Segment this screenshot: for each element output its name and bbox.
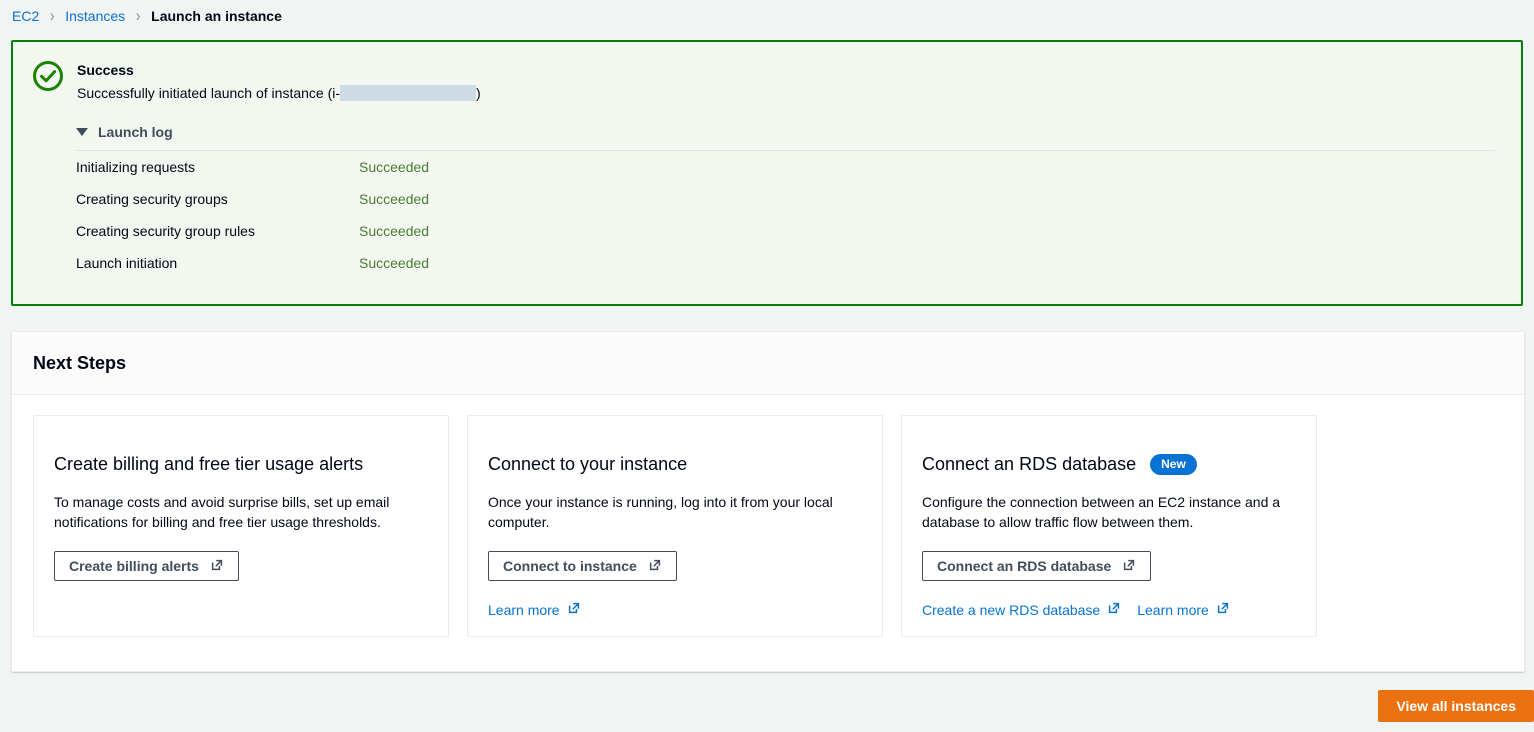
card-description: Once your instance is running, log into …: [488, 494, 833, 530]
external-link-icon: [567, 600, 581, 620]
breadcrumb-item-instances[interactable]: Instances: [65, 6, 125, 26]
launch-log-step-status: Succeeded: [359, 159, 430, 175]
launch-log-step-status: Succeeded: [359, 255, 430, 271]
page-title: Next Steps: [33, 353, 127, 373]
breadcrumb-item-current: Launch an instance: [151, 8, 282, 24]
launch-log-step-name: Launch initiation: [76, 255, 178, 271]
alert-message: Successfully initiated launch of instanc…: [77, 82, 481, 104]
connect-rds-database-button[interactable]: Connect an RDS database: [922, 551, 1152, 581]
external-link-icon: [1107, 600, 1121, 620]
next-steps-header: Next Steps: [12, 332, 1524, 395]
button-label: Create billing alerts: [69, 558, 199, 574]
launch-log-step-status: Succeeded: [359, 191, 430, 207]
card-connect-instance: Connect to your instance Once your insta…: [467, 415, 883, 637]
create-billing-alerts-button[interactable]: Create billing alerts: [54, 551, 239, 581]
card-title: Connect to your instance: [488, 454, 688, 474]
table-row: Creating security groups Succeeded: [76, 183, 1495, 215]
card-title: Create billing and free tier usage alert…: [54, 454, 364, 474]
card-description: To manage costs and avoid surprise bills…: [54, 494, 390, 530]
learn-more-link[interactable]: Learn more: [488, 600, 581, 620]
link-label: Create a new RDS database: [922, 602, 1101, 618]
alert-message-suffix: ): [476, 85, 481, 101]
external-link-icon: [1216, 600, 1230, 620]
next-steps-card-list: Create billing and free tier usage alert…: [12, 395, 1524, 637]
launch-log-step-name: Initializing requests: [76, 159, 196, 175]
card-title-row: Connect to your instance: [488, 453, 862, 475]
button-label: Connect to instance: [503, 558, 637, 574]
link-label: Learn more: [488, 602, 560, 618]
card-title: Connect an RDS database: [922, 454, 1137, 474]
external-link-icon: [648, 558, 662, 575]
card-description: Configure the connection between an EC2 …: [922, 494, 1281, 530]
view-all-instances-button[interactable]: View all instances: [1378, 690, 1534, 722]
alert-header: Success Successfully initiated launch of…: [31, 58, 1503, 104]
card-title-row: Create billing and free tier usage alert…: [54, 453, 428, 475]
launch-log-step-name: Creating security group rules: [76, 223, 255, 239]
card-links: Create a new RDS database Learn more: [922, 600, 1296, 620]
table-row: Launch initiation Succeeded: [76, 247, 1495, 279]
alert-text-block: Success Successfully initiated launch of…: [77, 58, 481, 104]
external-link-icon: [1122, 558, 1136, 575]
redacted-instance-id: [340, 85, 477, 101]
button-label: Connect an RDS database: [937, 558, 1112, 574]
card-connect-rds: Connect an RDS database New Configure th…: [901, 415, 1317, 637]
status-badge: New: [1150, 453, 1197, 475]
breadcrumb: EC2 › Instances › Launch an instance: [12, 6, 282, 26]
card-title-row: Connect an RDS database New: [922, 453, 1296, 475]
chevron-right-icon: ›: [50, 6, 55, 25]
connect-to-instance-button[interactable]: Connect to instance: [488, 551, 677, 581]
breadcrumb-item-ec2[interactable]: EC2: [12, 6, 39, 26]
launch-log-section: Launch log Initializing requests Succeed…: [76, 124, 1495, 279]
triangle-down-icon: [76, 128, 88, 136]
table-row: Initializing requests Succeeded: [76, 151, 1495, 183]
next-steps-panel: Next Steps Create billing and free tier …: [11, 331, 1525, 672]
create-new-rds-database-link[interactable]: Create a new RDS database: [922, 600, 1121, 620]
link-label: Learn more: [1137, 602, 1209, 618]
success-alert: Success Successfully initiated launch of…: [11, 40, 1523, 306]
learn-more-link[interactable]: Learn more: [1137, 600, 1230, 620]
card-links: Learn more: [488, 600, 862, 620]
card-billing-alerts: Create billing and free tier usage alert…: [33, 415, 449, 637]
success-check-icon: [31, 59, 65, 93]
launch-log-toggle[interactable]: Launch log: [76, 124, 216, 150]
table-row: Creating security group rules Succeeded: [76, 215, 1495, 247]
launch-log-step-name: Creating security groups: [76, 191, 228, 207]
alert-message-prefix: Successfully initiated launch of instanc…: [77, 85, 341, 101]
external-link-icon: [210, 558, 224, 575]
launch-log-toggle-label: Launch log: [98, 124, 173, 140]
chevron-right-icon: ›: [136, 6, 141, 25]
alert-title: Success: [77, 62, 134, 78]
launch-log-step-status: Succeeded: [359, 223, 430, 239]
